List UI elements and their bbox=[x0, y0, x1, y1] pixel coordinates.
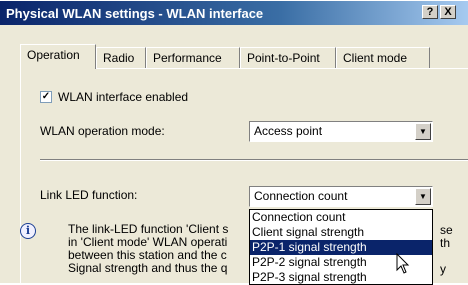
tab-client-mode[interactable]: Client mode bbox=[336, 47, 430, 68]
chevron-down-icon[interactable]: ▼ bbox=[415, 188, 431, 205]
help-button[interactable]: ? bbox=[422, 5, 438, 19]
dropdown-option[interactable]: Client signal strength bbox=[250, 225, 432, 240]
window-title: Physical WLAN settings - WLAN interface bbox=[6, 6, 264, 21]
operation-mode-select[interactable]: Access point ▼ bbox=[249, 121, 433, 142]
title-bar: Physical WLAN settings - WLAN interface … bbox=[0, 1, 468, 25]
tab-performance[interactable]: Performance bbox=[146, 47, 240, 68]
wlan-enabled-label: WLAN interface enabled bbox=[58, 90, 189, 104]
info-icon: i bbox=[20, 223, 36, 239]
info-text-right: y bbox=[440, 262, 446, 276]
operation-mode-value: Access point bbox=[254, 124, 323, 138]
dropdown-option[interactable]: Connection count bbox=[250, 210, 432, 225]
link-led-value: Connection count bbox=[254, 189, 348, 203]
link-led-label: Link LED function: bbox=[40, 188, 138, 202]
mouse-cursor-icon bbox=[396, 253, 410, 274]
tab-point-to-point[interactable]: Point-to-Point bbox=[240, 47, 336, 68]
close-button[interactable]: X bbox=[440, 5, 456, 19]
info-text-right: se bbox=[440, 223, 453, 237]
link-led-select[interactable]: Connection count ▼ bbox=[249, 186, 433, 207]
tab-radio[interactable]: Radio bbox=[96, 47, 146, 68]
chevron-down-icon[interactable]: ▼ bbox=[415, 123, 431, 140]
operation-mode-label: WLAN operation mode: bbox=[40, 124, 165, 138]
dialog-window: Physical WLAN settings - WLAN interface … bbox=[0, 0, 468, 285]
separator bbox=[40, 159, 468, 161]
wlan-enabled-checkbox[interactable]: ✓ bbox=[40, 91, 52, 103]
info-text-right: th bbox=[440, 236, 451, 250]
tab-operation[interactable]: Operation bbox=[20, 44, 96, 69]
